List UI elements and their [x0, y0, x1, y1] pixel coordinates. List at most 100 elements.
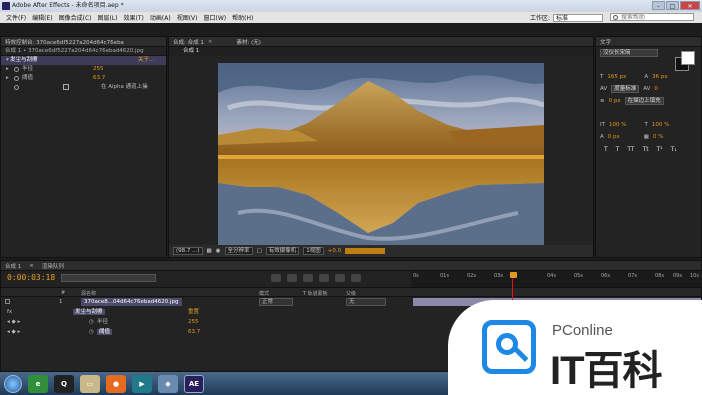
leading-icon: A — [644, 74, 649, 80]
layer-name[interactable]: 370ace8...04d64c76ebad4620.jpg — [81, 298, 182, 306]
menu-view[interactable]: 视图(V) — [174, 13, 201, 22]
leading-value[interactable]: 36 px — [652, 74, 668, 80]
menu-effect[interactable]: 效果(T) — [121, 13, 147, 22]
vertical-scale-value[interactable]: 100 % — [609, 122, 626, 128]
zoom-dropdown[interactable]: (98.7 ...) — [173, 247, 203, 255]
grid-icon[interactable]: ▦ — [207, 248, 212, 254]
collapse-triangle-icon[interactable]: ▸ — [6, 65, 9, 74]
stroke-width-value[interactable]: 0 px — [609, 98, 621, 104]
motion-blur-icon[interactable] — [335, 274, 345, 282]
font-size-icon: T — [600, 74, 604, 80]
subscript-button[interactable]: T₁ — [671, 146, 677, 153]
spacer-row-2 — [596, 107, 701, 119]
frame-blending-icon[interactable] — [319, 274, 329, 282]
menu-animation[interactable]: 动画(A) — [147, 13, 174, 22]
tab-render-queue[interactable]: 渲染队列 — [42, 262, 64, 270]
layer-parent-dropdown[interactable]: 无 — [346, 298, 386, 306]
stroke-mode-dropdown[interactable]: 在描边上填充 — [624, 97, 664, 105]
faux-italic-button[interactable]: T — [616, 146, 620, 153]
resolution-dropdown[interactable]: 全分辨率 — [224, 247, 253, 255]
kerning-row: AV 度量标准 AV 0 — [596, 83, 701, 95]
composition-subtab[interactable]: 合成 1 — [169, 47, 593, 56]
exposure-value[interactable]: +0.0 — [328, 248, 341, 254]
minimize-button[interactable]: – — [652, 1, 665, 10]
camera-dropdown[interactable]: 有效摄像机 — [265, 247, 300, 255]
stopwatch-icon[interactable] — [14, 76, 19, 81]
expand-triangle-icon[interactable]: ▾ — [6, 56, 9, 65]
firefox-icon[interactable]: ● — [106, 374, 126, 393]
graph-editor-icon[interactable] — [351, 274, 361, 282]
small-caps-button[interactable]: Tt — [643, 146, 649, 153]
close-tab-icon[interactable]: × — [208, 39, 213, 45]
app-icon[interactable]: ◆ — [158, 374, 178, 393]
close-button[interactable]: ✕ — [680, 1, 700, 10]
alpha-checkbox[interactable] — [63, 84, 69, 90]
stopwatch-icon[interactable]: ◷ — [89, 327, 94, 337]
font-size-value[interactable]: 165 px — [607, 74, 626, 80]
help-search-input[interactable]: 搜索帮助 — [610, 13, 694, 21]
footage-tab[interactable]: 素材: (无) — [236, 38, 260, 46]
tab-composition-1[interactable]: 合成 1 — [5, 262, 21, 270]
comp-mini-flowchart-icon[interactable] — [271, 274, 281, 282]
menu-composition[interactable]: 图像合成(C) — [56, 13, 95, 22]
effect-name-label[interactable]: 发尘与刮擦 — [73, 309, 105, 315]
menu-window[interactable]: 窗口(W) — [200, 13, 229, 22]
effect-reset-link[interactable]: 重置 — [188, 307, 199, 317]
layer-mode-dropdown[interactable]: 正常 — [259, 298, 293, 306]
tracking-value[interactable]: 0 — [654, 86, 658, 92]
tl-radius-value[interactable]: 255 — [188, 317, 199, 327]
menu-file[interactable]: 文件(F) — [3, 13, 29, 22]
playhead-handle[interactable] — [510, 272, 517, 278]
ruler-tick: 09s — [673, 273, 682, 279]
fill-color-swatch[interactable] — [681, 51, 695, 65]
layer-search-input[interactable] — [61, 274, 156, 282]
radius-value[interactable]: 255 — [93, 65, 104, 74]
kerning-dropdown[interactable]: 度量标准 — [611, 85, 640, 93]
font-family-dropdown[interactable]: 汉仪长宋简 — [600, 49, 658, 57]
stopwatch-icon[interactable] — [14, 67, 19, 72]
composition-tab[interactable]: 合成: 合成 1 — [173, 38, 204, 46]
baseline-icon: A — [600, 134, 604, 140]
all-caps-button[interactable]: TT — [627, 146, 634, 153]
keyframe-nav-icon[interactable]: ◂ ◆ ▸ — [7, 327, 20, 337]
keyframe-nav-icon[interactable]: ◂ ◆ ▸ — [7, 317, 20, 327]
shy-icon[interactable] — [303, 274, 313, 282]
maximize-button[interactable]: □ — [666, 1, 679, 10]
camera-snapshot-icon[interactable]: ◉ — [216, 248, 221, 254]
menu-edit[interactable]: 编辑(E) — [29, 13, 55, 22]
stopwatch-icon[interactable] — [14, 85, 19, 90]
qq-icon[interactable]: Q — [54, 374, 74, 393]
tl-threshold-value[interactable]: 63.7 — [188, 327, 200, 337]
exposure-bar[interactable] — [345, 248, 386, 254]
text-panel-tab[interactable]: 文字 — [596, 37, 701, 47]
draft-3d-icon[interactable] — [287, 274, 297, 282]
menu-help[interactable]: 帮助(H) — [229, 13, 256, 22]
tsume-value[interactable]: 0 % — [653, 134, 663, 140]
time-ruler[interactable]: 0s 01s 02s 03s 04s 05s 06s 07s 08s 09s 1… — [411, 271, 702, 287]
stopwatch-icon[interactable]: ◷ — [89, 317, 94, 327]
baseline-value[interactable]: 0 px — [608, 134, 620, 140]
browser-360-icon[interactable]: e — [28, 374, 48, 393]
view-layout-dropdown[interactable]: 1视图 — [303, 247, 324, 255]
file-explorer-icon[interactable]: ▭ — [80, 374, 100, 393]
superscript-button[interactable]: T¹ — [657, 146, 663, 153]
media-player-icon[interactable]: ▶ — [132, 374, 152, 393]
current-timecode[interactable]: 0:00:03:18 — [7, 273, 55, 282]
effect-header-row[interactable]: ▾ 发尘与刮擦 关于... — [1, 56, 166, 65]
start-button[interactable] — [4, 374, 22, 393]
effect-controls-tab[interactable]: 特效控制台: 370ace6df5227a204d64c76eba — [1, 37, 166, 47]
workspace-dropdown[interactable]: 标准 — [553, 13, 604, 22]
region-icon[interactable]: ▢ — [257, 248, 262, 254]
composition-viewer[interactable] — [218, 63, 544, 245]
effect-about-link[interactable]: 关于... — [138, 56, 154, 65]
collapse-triangle-icon[interactable]: ▸ — [6, 74, 9, 83]
close-tab-icon[interactable]: × — [29, 263, 34, 269]
ruler-tick: 04s — [547, 273, 556, 279]
visibility-eye-icon[interactable] — [5, 299, 10, 304]
threshold-value[interactable]: 63.7 — [93, 74, 105, 83]
faux-bold-button[interactable]: T — [604, 146, 608, 153]
ruler-tick: 05s — [574, 273, 583, 279]
after-effects-taskbar-icon[interactable]: AE — [184, 374, 204, 393]
menu-layer[interactable]: 图层(L) — [95, 13, 121, 22]
horizontal-scale-value[interactable]: 100 % — [652, 122, 669, 128]
